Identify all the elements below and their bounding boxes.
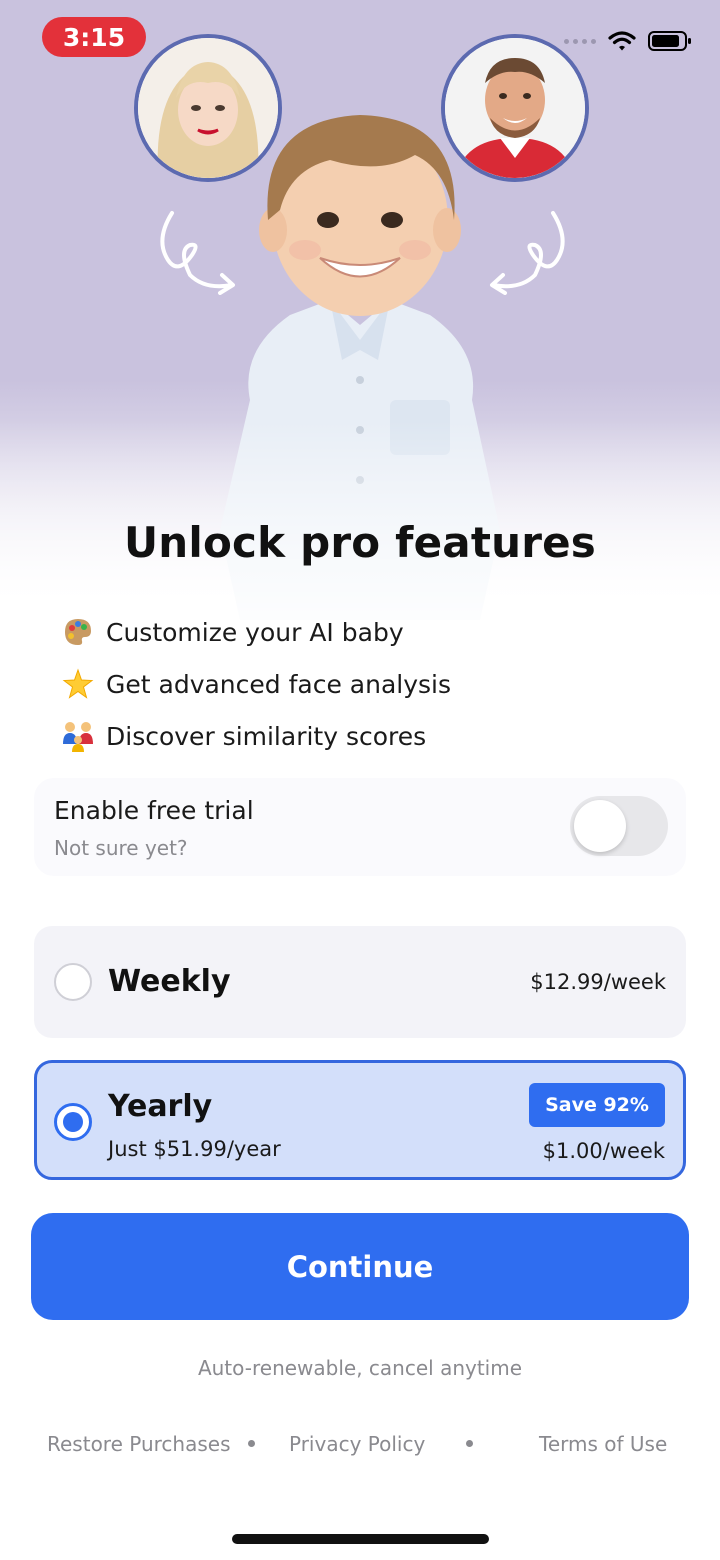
free-trial-toggle[interactable]	[570, 796, 668, 856]
free-trial-card: Enable free trial Not sure yet?	[34, 778, 686, 876]
status-icons	[564, 30, 692, 52]
sparkle-star-icon	[60, 666, 96, 702]
plan-price: $12.99/week	[530, 970, 666, 994]
plan-option-weekly[interactable]: Weekly $12.99/week	[34, 926, 686, 1038]
palette-icon	[60, 614, 96, 650]
save-badge: Save 92%	[529, 1083, 665, 1127]
plan-name: Yearly	[108, 1089, 213, 1124]
plan-subtitle: Just $51.99/year	[108, 1137, 281, 1161]
continue-button[interactable]: Continue	[31, 1213, 689, 1320]
feature-label: Get advanced face analysis	[106, 669, 452, 699]
feature-item: Get advanced face analysis	[60, 658, 451, 710]
feature-item: Discover similarity scores	[60, 710, 451, 762]
free-trial-title: Enable free trial	[54, 796, 254, 825]
parent-photo-man	[441, 34, 589, 182]
privacy-policy-link[interactable]: Privacy Policy	[289, 1432, 425, 1456]
home-indicator	[232, 1534, 489, 1544]
curly-arrow-right-icon	[490, 211, 565, 295]
status-time: 3:15	[42, 17, 146, 57]
feature-list: Customize your AI baby Get advanced face…	[60, 606, 451, 762]
paywall-screen: 3:15 Unlock pro features Customize your …	[0, 0, 720, 1560]
plan-name: Weekly	[108, 964, 231, 999]
feature-label: Customize your AI baby	[106, 617, 404, 647]
signal-icon	[564, 38, 596, 44]
footer-separator	[466, 1440, 473, 1447]
page-title: Unlock pro features	[123, 518, 597, 567]
wifi-icon	[608, 31, 636, 51]
family-icon	[60, 718, 96, 754]
battery-icon	[648, 31, 691, 51]
feature-label: Discover similarity scores	[106, 721, 427, 751]
terms-of-use-link[interactable]: Terms of Use	[539, 1432, 667, 1456]
radio-selected[interactable]	[54, 1103, 92, 1141]
restore-purchases-link[interactable]: Restore Purchases	[47, 1432, 231, 1456]
parent-photo-woman	[134, 34, 282, 182]
plan-option-yearly[interactable]: Yearly Just $51.99/year Save 92% $1.00/w…	[34, 1060, 686, 1180]
renewal-note: Auto-renewable, cancel anytime	[197, 1356, 523, 1380]
plan-price: $1.00/week	[542, 1139, 665, 1163]
feature-item: Customize your AI baby	[60, 606, 451, 658]
free-trial-subtitle: Not sure yet?	[54, 836, 188, 860]
radio-unselected[interactable]	[54, 963, 92, 1001]
footer-separator	[248, 1440, 255, 1447]
toggle-knob	[574, 800, 626, 852]
curly-arrow-left-icon	[160, 211, 235, 295]
